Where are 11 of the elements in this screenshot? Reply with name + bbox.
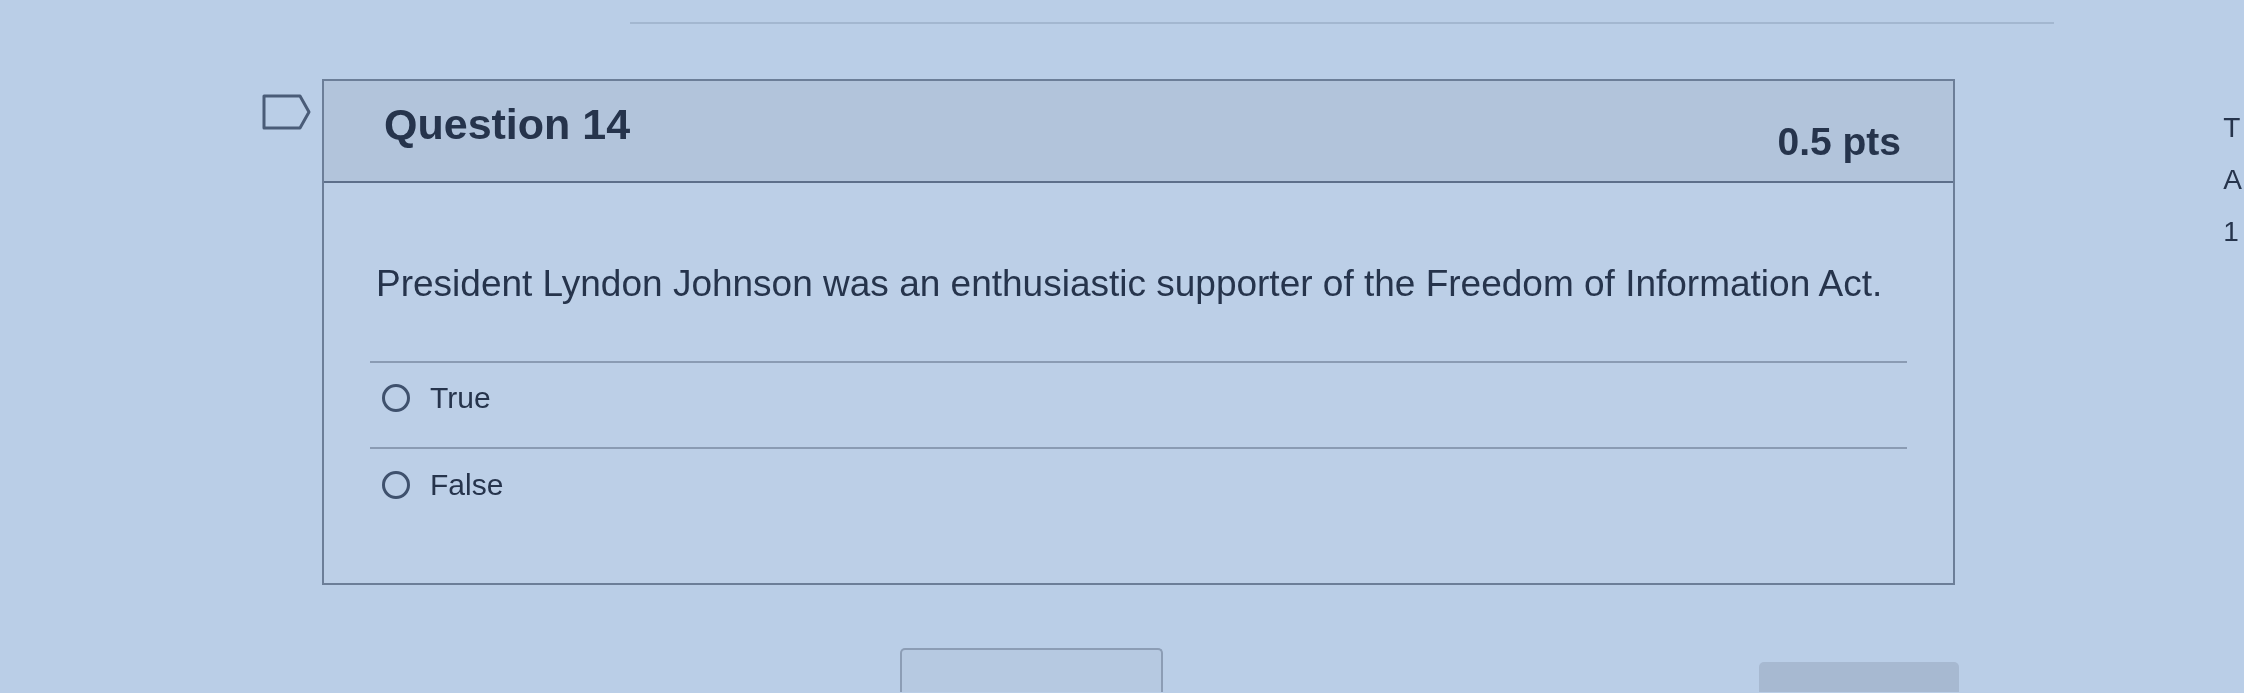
radio-button[interactable]: [382, 384, 410, 412]
side-panel-text: A: [2223, 163, 2242, 197]
side-panel-text: T: [2223, 111, 2242, 145]
question-points: 0.5 pts: [1777, 119, 1901, 165]
question-text: President Lyndon Johnson was an enthusiastic supporter of the Freedom of Information Act.: [376, 262, 1884, 306]
question-title: Question 14: [384, 99, 631, 149]
side-panel-text: 1: [2223, 215, 2240, 249]
answer-label[interactable]: True: [430, 380, 491, 416]
radio-button[interactable]: [382, 471, 410, 499]
answer-label[interactable]: False: [430, 467, 504, 503]
flag-icon[interactable]: [262, 94, 311, 130]
